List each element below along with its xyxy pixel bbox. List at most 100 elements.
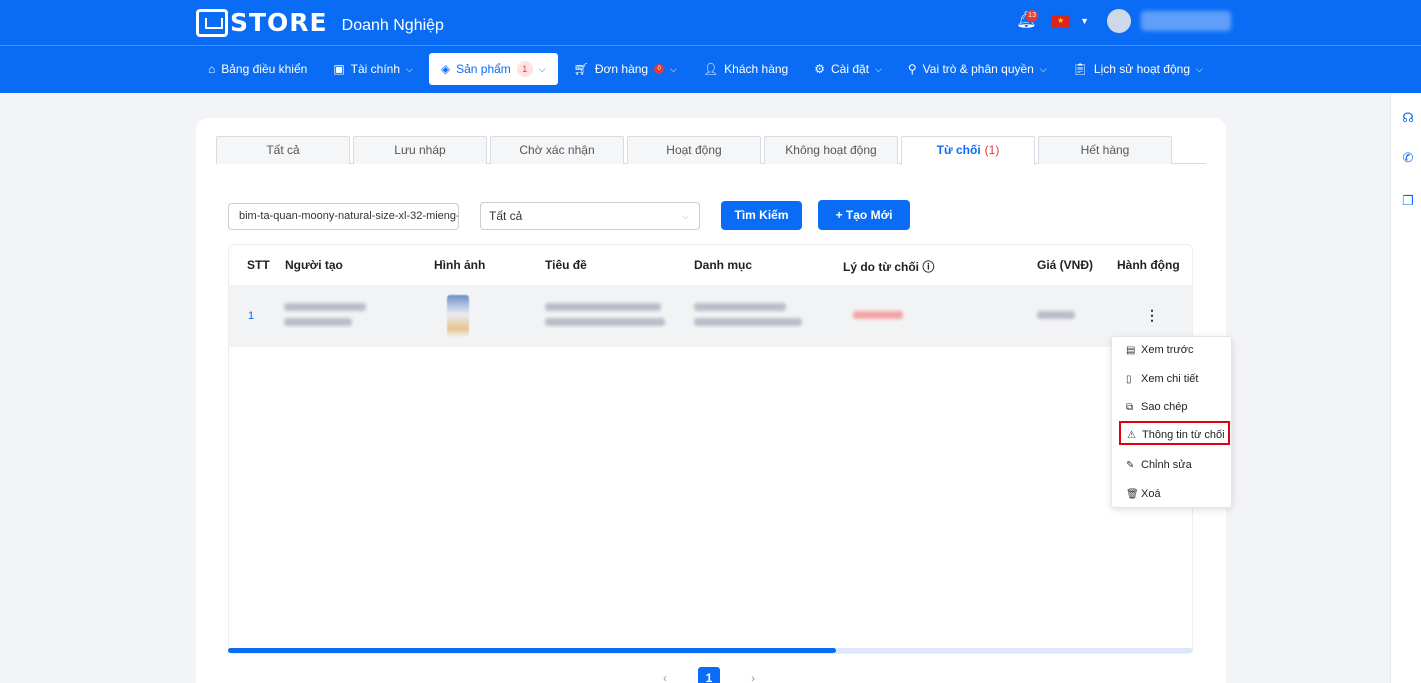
- menu-item-copy[interactable]: ⧉ Sao chép: [1112, 395, 1233, 419]
- avatar[interactable]: [1107, 9, 1131, 33]
- tab-label: Lưu nháp: [394, 143, 446, 157]
- title-en-blurred: [545, 318, 665, 326]
- menu-item-preview[interactable]: ▤ Xem trước: [1112, 338, 1233, 362]
- edit-icon: ✎: [1126, 460, 1135, 471]
- home-icon: ⌂: [208, 62, 216, 76]
- nav-settings[interactable]: ⚙ Cài đặt ⌵: [804, 53, 892, 85]
- roles-icon: ⚲: [907, 62, 917, 76]
- next-page-button[interactable]: ›: [742, 667, 764, 683]
- clipboard-icon: 📋︎: [1072, 62, 1088, 76]
- create-new-button[interactable]: + Tạo Mới: [818, 200, 910, 230]
- select-value: Tất cả: [489, 209, 523, 223]
- logo[interactable]: STORE Doanh Nghiệp: [196, 8, 444, 37]
- gear-icon: ⚙: [814, 62, 825, 76]
- scrollbar-thumb[interactable]: [228, 648, 836, 653]
- help-circle-icon[interactable]: ⓘ: [922, 260, 934, 274]
- nav-finance[interactable]: ▣ Tài chính ⌵: [323, 53, 423, 85]
- tab-label: Hoạt động: [666, 143, 722, 157]
- nav-customers[interactable]: 👤︎ Khách hàng: [693, 53, 798, 85]
- search-input[interactable]: bim-ta-quan-moony-natural-size-xl-32-mie…: [228, 203, 459, 230]
- horizontal-scrollbar[interactable]: [228, 648, 1193, 653]
- creator-id-blurred: [284, 318, 352, 326]
- cart-icon: 🛒︎: [573, 62, 589, 76]
- nav-label: Cài đặt: [831, 62, 870, 76]
- category-blurred: [694, 303, 786, 311]
- wallet-icon: ▣: [333, 62, 345, 76]
- price-blurred: [1037, 311, 1075, 319]
- copy-icon: ⧉: [1126, 402, 1134, 413]
- tab-out-of-stock[interactable]: Hết hàng: [1038, 136, 1172, 164]
- row-stt: 1: [248, 310, 255, 322]
- chevron-down-icon: ⌵: [875, 63, 882, 74]
- category-select[interactable]: Tất cả ⌵: [480, 202, 700, 230]
- right-side-toolbar: ☊ ✆ ❐: [1390, 93, 1421, 683]
- col-reject-reason: Lý do từ chối ⓘ: [843, 258, 934, 275]
- menu-item-edit[interactable]: ✎ Chỉnh sửa: [1112, 453, 1233, 477]
- notification-bell-icon[interactable]: 🔔︎ 13: [1016, 10, 1039, 32]
- products-badge: 1: [516, 61, 533, 77]
- top-right-controls: 🔔︎ 13 ▼: [1016, 9, 1231, 33]
- warning-icon: ⚠: [1127, 430, 1136, 441]
- product-list-card: Tất cả Lưu nháp Chờ xác nhận Hoạt động K…: [196, 118, 1226, 683]
- menu-item-view-detail[interactable]: ▯ Xem chi tiết: [1112, 367, 1233, 391]
- caret-down-icon[interactable]: ▼: [1080, 16, 1089, 26]
- table-row[interactable]: 1 ⋮: [229, 285, 1192, 347]
- chat-icon[interactable]: ❐: [1400, 193, 1416, 209]
- logo-text: STORE: [230, 8, 328, 37]
- vietnam-flag-icon[interactable]: [1052, 15, 1071, 27]
- nav-dashboard[interactable]: ⌂ Bảng điều khiển: [198, 53, 317, 85]
- reject-reason-blurred: [853, 311, 903, 319]
- tab-label: Tất cả: [266, 143, 300, 157]
- headset-icon[interactable]: ☊: [1400, 110, 1416, 126]
- tab-count: (1): [984, 143, 1000, 157]
- tab-pending[interactable]: Chờ xác nhận: [490, 136, 624, 164]
- chevron-down-icon: ⌵: [538, 63, 546, 74]
- page-1-button[interactable]: 1: [698, 667, 720, 683]
- col-image: Hình ảnh: [434, 258, 486, 272]
- layers-icon: ◈: [440, 62, 451, 76]
- nav-roles[interactable]: ⚲ Vai trò & phân quyền ⌵: [898, 53, 1057, 85]
- menu-label: Xem chi tiết: [1141, 373, 1199, 385]
- chevron-down-icon: ⌵: [1196, 63, 1203, 74]
- notification-badge: 13: [1026, 10, 1039, 22]
- nav-label: Vai trò & phân quyền: [922, 62, 1034, 76]
- chevron-down-icon: ⌵: [406, 63, 413, 74]
- table-header: STT Người tạo Hình ảnh Tiêu đề Danh mục …: [229, 245, 1192, 283]
- tab-active[interactable]: Hoạt động: [627, 136, 761, 164]
- more-actions-icon[interactable]: ⋮: [1145, 307, 1159, 324]
- search-button[interactable]: Tìm Kiếm: [721, 201, 802, 230]
- menu-item-reject-info[interactable]: ⚠ Thông tin từ chối: [1119, 421, 1230, 445]
- tab-rejected[interactable]: Từ chối (1): [901, 136, 1035, 165]
- menu-label: Chỉnh sửa: [1141, 459, 1192, 471]
- col-category: Danh mục: [694, 258, 753, 272]
- product-thumbnail[interactable]: [447, 295, 469, 337]
- nav-orders[interactable]: 🛒︎ Đơn hàng 0 ⌵: [564, 53, 687, 85]
- nav-activity-history[interactable]: 📋︎ Lịch sử hoạt động ⌵: [1063, 53, 1213, 85]
- tab-inactive[interactable]: Không hoạt động: [764, 136, 898, 164]
- user-info-blurred[interactable]: [1141, 11, 1231, 31]
- col-reject-reason-label: Lý do từ chối: [843, 260, 920, 274]
- user-icon: 👤︎: [702, 62, 719, 76]
- orders-badge: 0: [654, 64, 665, 74]
- col-stt: STT: [247, 258, 270, 272]
- nav-label: Tài chính: [350, 62, 401, 76]
- tab-all[interactable]: Tất cả: [216, 136, 350, 164]
- menu-label: Xoá: [1141, 488, 1161, 500]
- pagination: ‹ 1 ›: [654, 667, 764, 683]
- col-title: Tiêu đề: [545, 258, 587, 272]
- status-tabs: Tất cả Lưu nháp Chờ xác nhận Hoạt động K…: [216, 136, 1206, 165]
- title-blurred: [545, 303, 661, 311]
- top-bar: STORE Doanh Nghiệp 🔔︎ 13 ▼: [0, 0, 1421, 45]
- nav-label: Đơn hàng: [594, 62, 649, 76]
- tab-draft[interactable]: Lưu nháp: [353, 136, 487, 164]
- phone-support-icon[interactable]: ✆: [1400, 150, 1416, 166]
- document-icon: ▯: [1126, 374, 1132, 385]
- nav-label: Lịch sử hoạt động: [1093, 62, 1191, 76]
- nav-products[interactable]: ◈ Sản phẩm 1 ⌵: [428, 53, 558, 85]
- col-actions: Hành động: [1117, 258, 1180, 272]
- tab-label: Từ chối: [936, 143, 981, 157]
- prev-page-button[interactable]: ‹: [654, 667, 676, 683]
- menu-item-delete[interactable]: 🗑︎ Xoá: [1112, 482, 1233, 506]
- menu-label: Sao chép: [1141, 401, 1188, 413]
- nav-label: Sản phẩm: [456, 62, 511, 76]
